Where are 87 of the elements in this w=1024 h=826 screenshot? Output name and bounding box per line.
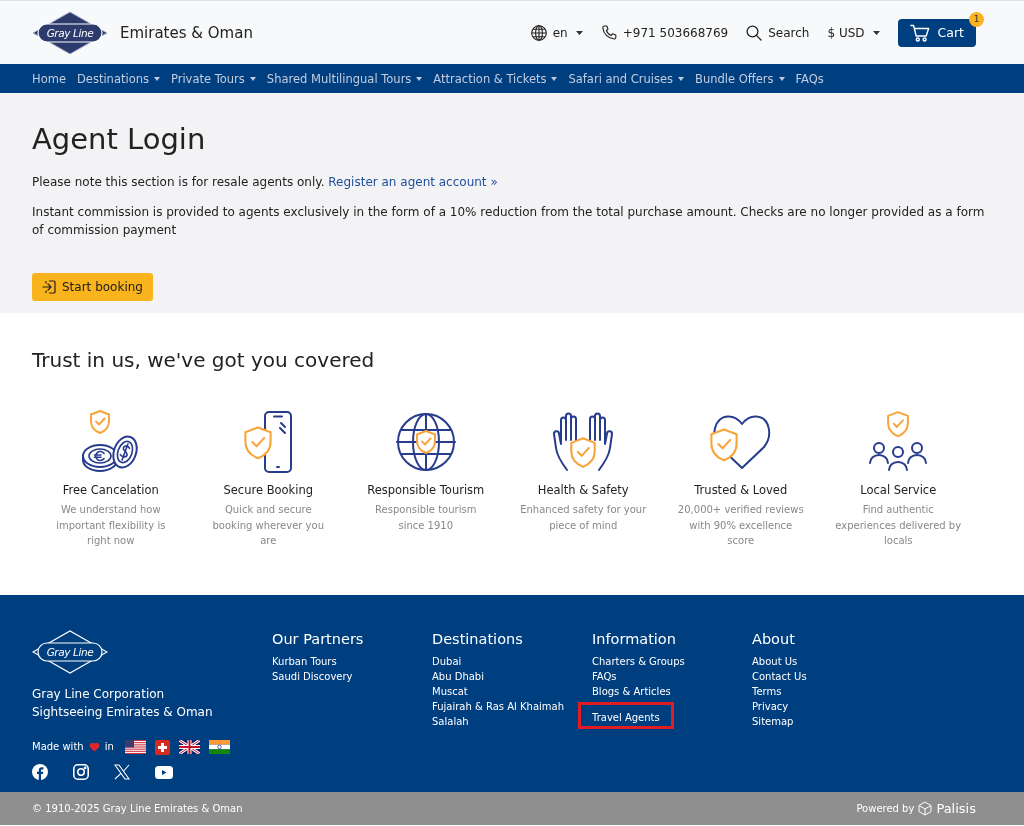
footer-link[interactable]: Sitemap: [752, 714, 794, 729]
footer-link[interactable]: Fujairah & Ras Al Khaimah: [432, 699, 564, 714]
feature-description: Responsible tourism since 1910: [374, 503, 478, 533]
company-name: Gray Line Corporation: [32, 686, 166, 703]
india-flag-icon: [208, 740, 230, 754]
feature-title: Responsible Tourism: [367, 482, 485, 498]
caret-icon: [249, 76, 256, 81]
footer-link[interactable]: Travel Agents: [592, 712, 660, 723]
brand-name: Palisis: [936, 801, 976, 816]
section-title: Trust in us, we've got you covered: [32, 348, 376, 372]
nav-link[interactable]: Destinations: [76, 71, 160, 86]
footer-heading: Destinations: [432, 630, 524, 648]
globe-icon: [530, 24, 547, 41]
feature-title: Free Cancelation: [62, 482, 159, 498]
search-icon: [746, 24, 763, 41]
logo-text: Gray Line: [46, 646, 94, 658]
start-booking-button[interactable]: Start booking: [32, 273, 153, 301]
globe-shield-icon: [393, 410, 458, 474]
us-flag-icon: [124, 740, 146, 754]
search-button[interactable]: Search: [746, 24, 810, 41]
nav-link[interactable]: Home: [32, 71, 66, 86]
caret-icon: [416, 76, 423, 81]
footer-link[interactable]: Privacy: [752, 699, 789, 714]
nav-link[interactable]: Shared Multilingual Tours: [266, 71, 423, 86]
youtube-icon[interactable]: [155, 765, 173, 779]
feature-title: Secure Booking: [223, 482, 314, 498]
feature-description: Quick and secure booking wherever you are: [211, 503, 325, 548]
agent-note: Please note this section is for resale agents only. Register an agent account »: [32, 174, 499, 191]
swiss-flag-icon: [154, 739, 170, 755]
register-link[interactable]: Register an agent account »: [328, 175, 498, 189]
nav-link[interactable]: Bundle Offers: [695, 71, 785, 86]
footer-link[interactable]: Saudi Discovery: [272, 669, 353, 684]
phone-icon: [600, 24, 617, 41]
nav-link[interactable]: Attraction & Tickets: [433, 71, 558, 86]
feature-title: Trusted & Loved: [694, 482, 788, 498]
feature-description: Enhanced safety for your piece of mind: [519, 503, 648, 533]
caret-icon: [678, 76, 685, 81]
heart-icon: [88, 742, 100, 752]
sign-in-icon: [42, 280, 56, 294]
facebook-icon[interactable]: [32, 764, 48, 780]
nav-link[interactable]: FAQs: [795, 71, 824, 86]
footer-link[interactable]: Charters & Groups: [592, 654, 685, 669]
footer-link[interactable]: Muscat: [432, 684, 468, 699]
caret-icon: [575, 30, 583, 35]
feature-description: Find authentic experiences delivered by locals: [834, 503, 963, 548]
feature-title: Local Service: [860, 482, 937, 498]
footer-link[interactable]: Abu Dhabi: [432, 669, 484, 684]
phone-link[interactable]: +971 503668769: [600, 24, 729, 41]
cube-logo-icon: [918, 801, 933, 816]
footer-link[interactable]: Blogs & Articles: [592, 684, 671, 699]
footer-link[interactable]: Kurban Tours: [272, 654, 337, 669]
language-selector[interactable]: en: [530, 24, 583, 41]
hands-shield-icon: [551, 410, 616, 474]
instagram-icon[interactable]: [73, 764, 89, 780]
uk-flag-icon: [178, 740, 200, 754]
caret-icon: [872, 30, 880, 35]
caret-icon: [778, 76, 785, 81]
copyright-text: © 1910-2025 Gray Line Emirates & Oman: [32, 803, 243, 814]
logo-text: Gray Line: [46, 26, 94, 39]
cart-count-badge: 1: [969, 11, 984, 27]
made-with-text: Made with: [32, 740, 84, 754]
caret-icon: [153, 76, 160, 81]
nav-link[interactable]: Private Tours: [170, 71, 256, 86]
footer-link[interactable]: Contact Us: [752, 669, 807, 684]
footer-heading: Our Partners: [272, 630, 365, 648]
footer-heading: Information: [592, 630, 677, 648]
site-name: Emirates & Oman: [120, 23, 253, 42]
caret-icon: [551, 76, 558, 81]
footer-link[interactable]: Dubai: [432, 654, 462, 669]
page-title: Agent Login: [32, 122, 207, 157]
cart-icon: [909, 23, 930, 42]
feature-description: 20,000+ verified reviews with 90% excellence score: [676, 503, 805, 548]
footer-link[interactable]: Terms: [752, 684, 782, 699]
company-name: Sightseeing Emirates & Oman: [32, 704, 214, 721]
commission-text: Instant commission is provided to agents exclusively in the form of a 10% reduction from the total purchase amount. Checks are no longer provided as a form of commission payment: [32, 204, 986, 239]
footer-link[interactable]: Salalah: [432, 714, 469, 729]
cart-button[interactable]: Cart: [897, 18, 976, 47]
nav-link[interactable]: Safari and Cruises: [568, 71, 685, 86]
feature-description: We understand how important flexibility is right now: [55, 503, 167, 548]
footer-link[interactable]: About Us: [752, 654, 798, 669]
made-in-text: in: [104, 740, 114, 754]
powered-by-text: Powered by: [856, 803, 915, 814]
feature-title: Health & Safety: [537, 482, 629, 498]
x-icon[interactable]: [114, 764, 130, 780]
currency-selector[interactable]: $ USD: [827, 25, 880, 40]
footer-link[interactable]: FAQs: [592, 669, 617, 684]
footer-heading: About: [752, 630, 796, 648]
